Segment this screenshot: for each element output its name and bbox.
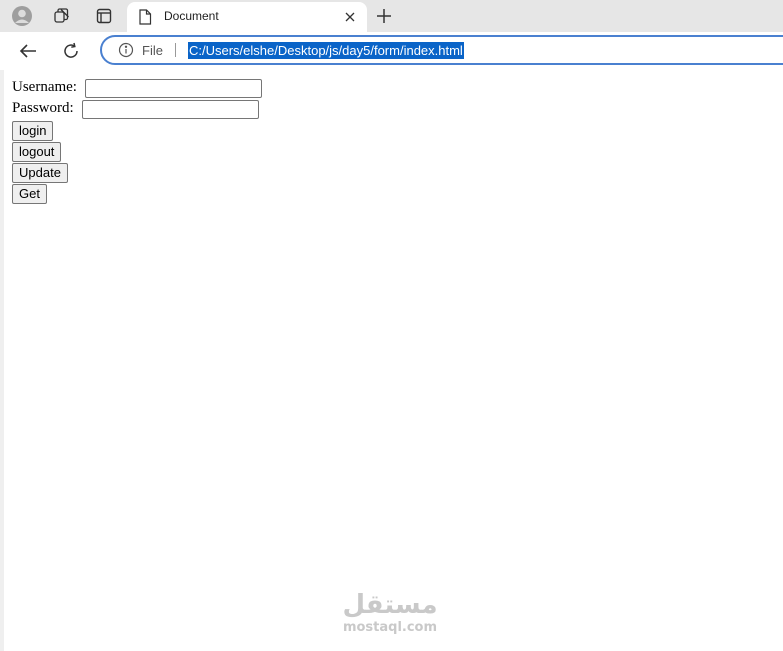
- username-row: Username:: [12, 79, 77, 96]
- refresh-icon[interactable]: [57, 38, 85, 64]
- tab-actions-icon[interactable]: [90, 4, 118, 28]
- login-button[interactable]: login: [12, 121, 54, 141]
- tab-strip: Document: [0, 0, 783, 32]
- close-icon[interactable]: [342, 9, 358, 25]
- address-bar[interactable]: File C:/Users/elshe/Desktop/js/day5/form…: [100, 35, 783, 65]
- viewport-edge: [0, 70, 4, 651]
- plus-icon[interactable]: [372, 4, 396, 28]
- password-input[interactable]: [82, 100, 259, 119]
- password-label: Password:: [12, 100, 74, 116]
- page-viewport: [0, 70, 783, 651]
- info-icon[interactable]: [118, 42, 134, 58]
- scheme-label: File: [142, 43, 163, 58]
- username-label: Username:: [12, 79, 77, 95]
- tab-document[interactable]: Document: [127, 2, 367, 32]
- document-icon: [138, 9, 152, 25]
- logout-button[interactable]: logout: [12, 142, 62, 162]
- address-divider: [175, 43, 176, 57]
- password-row: Password:: [12, 100, 74, 117]
- watermark-arabic: مستقل: [342, 590, 438, 620]
- browser-toolbar: File C:/Users/elshe/Desktop/js/day5/form…: [0, 32, 783, 70]
- back-arrow-icon[interactable]: [14, 38, 42, 64]
- username-input[interactable]: [85, 79, 262, 98]
- tab-title: Document: [164, 9, 219, 23]
- workspaces-icon[interactable]: [48, 4, 76, 28]
- profile-avatar-icon[interactable]: [8, 4, 36, 28]
- update-button[interactable]: Update: [12, 163, 68, 183]
- url-text[interactable]: C:/Users/elshe/Desktop/js/day5/form/inde…: [188, 42, 464, 59]
- watermark-logo: مستقل mostaql.com: [335, 590, 445, 640]
- watermark-latin: mostaql.com: [342, 620, 438, 635]
- get-button[interactable]: Get: [12, 184, 47, 204]
